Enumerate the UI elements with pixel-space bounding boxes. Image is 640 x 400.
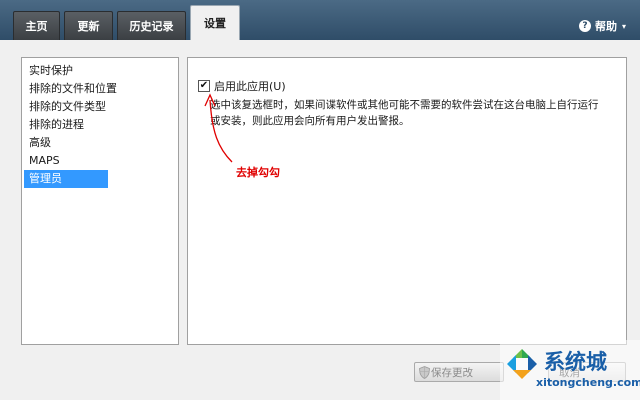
annotation-text: 去掉勾勾 xyxy=(236,166,280,179)
save-changes-label: 保存更改 xyxy=(431,366,473,379)
settings-sidebar: 实时保护 排除的文件和位置 排除的文件类型 排除的进程 高级 MAPS 管理员 xyxy=(21,57,179,345)
tab-settings[interactable]: 设置 xyxy=(190,5,240,40)
settings-detail-panel: ✔ 启用此应用(U) 选中该复选框时，如果间谍软件或其他可能不需要的软件尝试在这… xyxy=(187,57,627,345)
chevron-down-icon: ▾ xyxy=(621,21,626,31)
help-button[interactable]: ? 帮助 ▾ xyxy=(578,18,626,34)
sidebar-item-excluded-files[interactable]: 排除的文件和位置 xyxy=(24,80,176,98)
shield-icon xyxy=(419,366,430,379)
top-tab-bar: 主页 更新 历史记录 设置 ? 帮助 ▾ xyxy=(0,0,640,40)
tab-history-label: 历史记录 xyxy=(129,20,174,33)
sidebar-item-advanced[interactable]: 高级 xyxy=(24,134,176,152)
tab-history[interactable]: 历史记录 xyxy=(117,11,186,40)
watermark-logo-icon xyxy=(506,348,538,380)
watermark-brand: 系统城 xyxy=(544,350,607,374)
sidebar-item-realtime-protection[interactable]: 实时保护 xyxy=(24,62,176,80)
help-icon: ? xyxy=(578,20,591,32)
help-label: 帮助 xyxy=(594,20,617,33)
sidebar-item-maps[interactable]: MAPS xyxy=(24,152,176,170)
annotation-arrow-icon xyxy=(204,93,233,163)
enable-app-checkbox[interactable]: ✔ xyxy=(198,80,210,92)
sidebar-item-excluded-file-types[interactable]: 排除的文件类型 xyxy=(24,98,176,116)
tab-update[interactable]: 更新 xyxy=(64,11,113,40)
save-changes-button[interactable]: 保存更改 xyxy=(414,362,504,382)
enable-app-description: 选中该复选框时，如果间谍软件或其他可能不需要的软件尝试在这台电脑上自行运行或安装… xyxy=(210,99,599,127)
watermark-url: xitongcheng.com xyxy=(536,376,640,389)
watermark: 系统城 xitongcheng.com xyxy=(500,340,640,400)
tab-settings-label: 设置 xyxy=(204,17,226,30)
sidebar-item-excluded-processes[interactable]: 排除的进程 xyxy=(24,116,176,134)
tab-home-label: 主页 xyxy=(25,20,48,33)
tab-home[interactable]: 主页 xyxy=(13,11,60,40)
sidebar-item-administrator[interactable]: 管理员 xyxy=(24,170,108,188)
tab-update-label: 更新 xyxy=(77,20,100,33)
